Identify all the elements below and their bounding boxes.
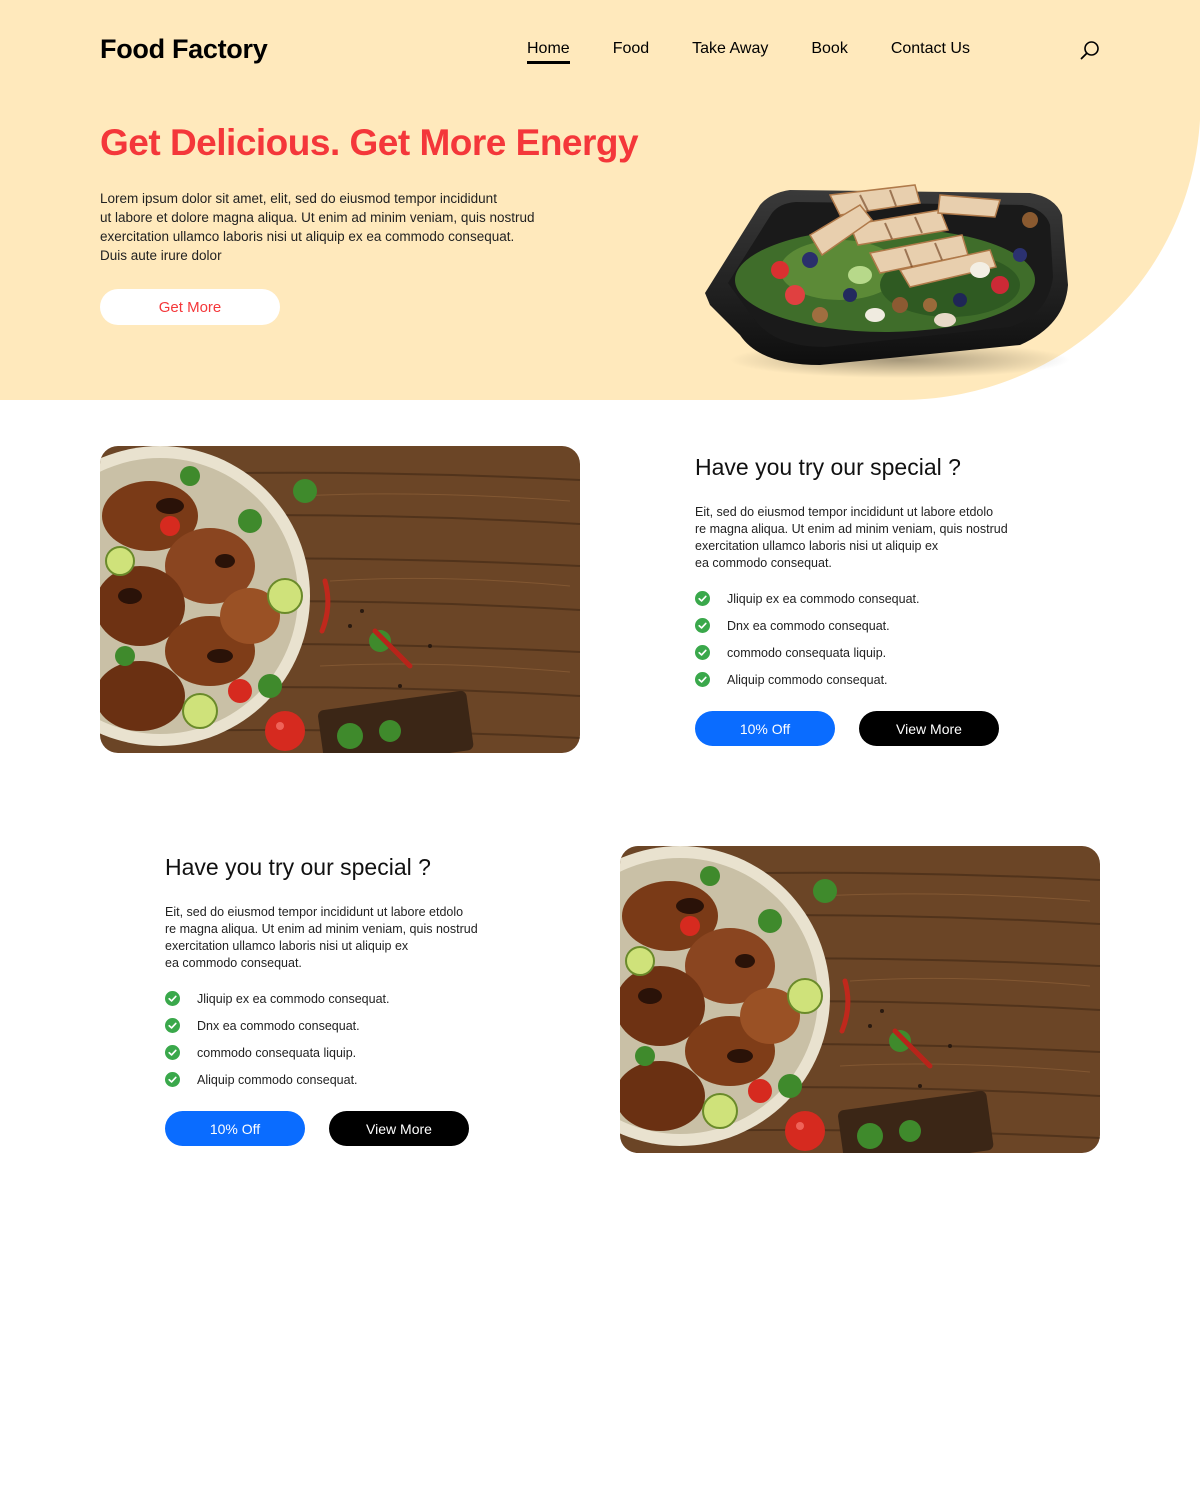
special-description-line: exercitation ullamco laboris nisi ut ali… xyxy=(165,939,409,953)
feature-item: Aliquip commodo consequat. xyxy=(165,1066,389,1093)
get-more-button[interactable]: Get More xyxy=(100,289,280,325)
special-description-line: Eit, sed do eiusmod tempor incididunt ut… xyxy=(695,505,994,519)
feature-text: Jliquip ex ea commodo consequat. xyxy=(727,591,920,606)
feature-item: Jliquip ex ea commodo consequat. xyxy=(695,585,919,612)
hero-section: Food Factory Home Food Take Away Book Co… xyxy=(0,0,1200,400)
feature-item: commodo consequata liquip. xyxy=(695,639,919,666)
feature-text: commodo consequata liquip. xyxy=(727,645,887,660)
special-title: Have you try our special ? xyxy=(165,854,431,880)
feature-item: Dnx ea commodo consequat. xyxy=(695,612,919,639)
discount-button[interactable]: 10% Off xyxy=(165,1111,305,1146)
feature-item: commodo consequata liquip. xyxy=(165,1039,389,1066)
feature-text: Aliquip commodo consequat. xyxy=(197,1072,358,1087)
grilled-chicken-illustration xyxy=(100,446,580,753)
special-description-line: re magna aliqua. Ut enim ad minim veniam… xyxy=(165,922,478,936)
nav-book[interactable]: Book xyxy=(811,40,847,64)
logo[interactable]: Food Factory xyxy=(100,34,268,65)
grilled-chicken-illustration xyxy=(620,846,1100,1153)
discount-button[interactable]: 10% Off xyxy=(695,711,835,746)
special-description: Eit, sed do eiusmod tempor incididunt ut… xyxy=(695,504,1035,572)
feature-item: Aliquip commodo consequat. xyxy=(695,666,919,693)
special-description-line: Eit, sed do eiusmod tempor incididunt ut… xyxy=(165,905,464,919)
nav-contact-us[interactable]: Contact Us xyxy=(891,40,970,64)
special-description-line: re magna aliqua. Ut enim ad minim veniam… xyxy=(695,522,1008,536)
special-description-line: exercitation ullamco laboris nisi ut ali… xyxy=(695,539,939,553)
check-circle-icon xyxy=(695,645,710,660)
feature-list: Jliquip ex ea commodo consequat. Dnx ea … xyxy=(695,585,919,693)
salad-bowl-image xyxy=(705,184,1070,378)
check-circle-icon xyxy=(695,672,710,687)
hero-title: Get Delicious. Get More Energy xyxy=(100,122,639,163)
view-more-button[interactable]: View More xyxy=(329,1111,469,1146)
grilled-chicken-image xyxy=(620,846,1100,1153)
special-description-line: ea commodo consequat. xyxy=(695,556,832,570)
special-description-line: ea commodo consequat. xyxy=(165,956,302,970)
nav-home[interactable]: Home xyxy=(527,40,570,64)
feature-item: Dnx ea commodo consequat. xyxy=(165,1012,389,1039)
check-circle-icon xyxy=(695,591,710,606)
hero-description-line: Lorem ipsum dolor sit amet, elit, sed do… xyxy=(100,191,497,206)
check-circle-icon xyxy=(165,1045,180,1060)
feature-item: Jliquip ex ea commodo consequat. xyxy=(165,985,389,1012)
search-icon[interactable] xyxy=(1080,40,1100,60)
grilled-chicken-image xyxy=(100,446,580,753)
hero-description-line: Duis aute irure dolor xyxy=(100,248,222,263)
feature-text: Dnx ea commodo consequat. xyxy=(197,1018,360,1033)
main-nav: Home Food Take Away Book Contact Us xyxy=(527,40,1013,64)
feature-list: Jliquip ex ea commodo consequat. Dnx ea … xyxy=(165,985,389,1093)
hero-description: Lorem ipsum dolor sit amet, elit, sed do… xyxy=(100,189,560,265)
hero-description-line: ut labore et dolore magna aliqua. Ut eni… xyxy=(100,210,535,225)
nav-food[interactable]: Food xyxy=(613,40,649,64)
check-circle-icon xyxy=(165,1072,180,1087)
feature-text: commodo consequata liquip. xyxy=(197,1045,357,1060)
view-more-button[interactable]: View More xyxy=(859,711,999,746)
check-circle-icon xyxy=(165,991,180,1006)
check-circle-icon xyxy=(165,1018,180,1033)
special-title: Have you try our special ? xyxy=(695,454,961,480)
check-circle-icon xyxy=(695,618,710,633)
feature-text: Jliquip ex ea commodo consequat. xyxy=(197,991,390,1006)
feature-text: Aliquip commodo consequat. xyxy=(727,672,888,687)
special-description: Eit, sed do eiusmod tempor incididunt ut… xyxy=(165,904,505,972)
hero-description-line: exercitation ullamco laboris nisi ut ali… xyxy=(100,229,515,244)
feature-text: Dnx ea commodo consequat. xyxy=(727,618,890,633)
nav-take-away[interactable]: Take Away xyxy=(692,40,768,64)
